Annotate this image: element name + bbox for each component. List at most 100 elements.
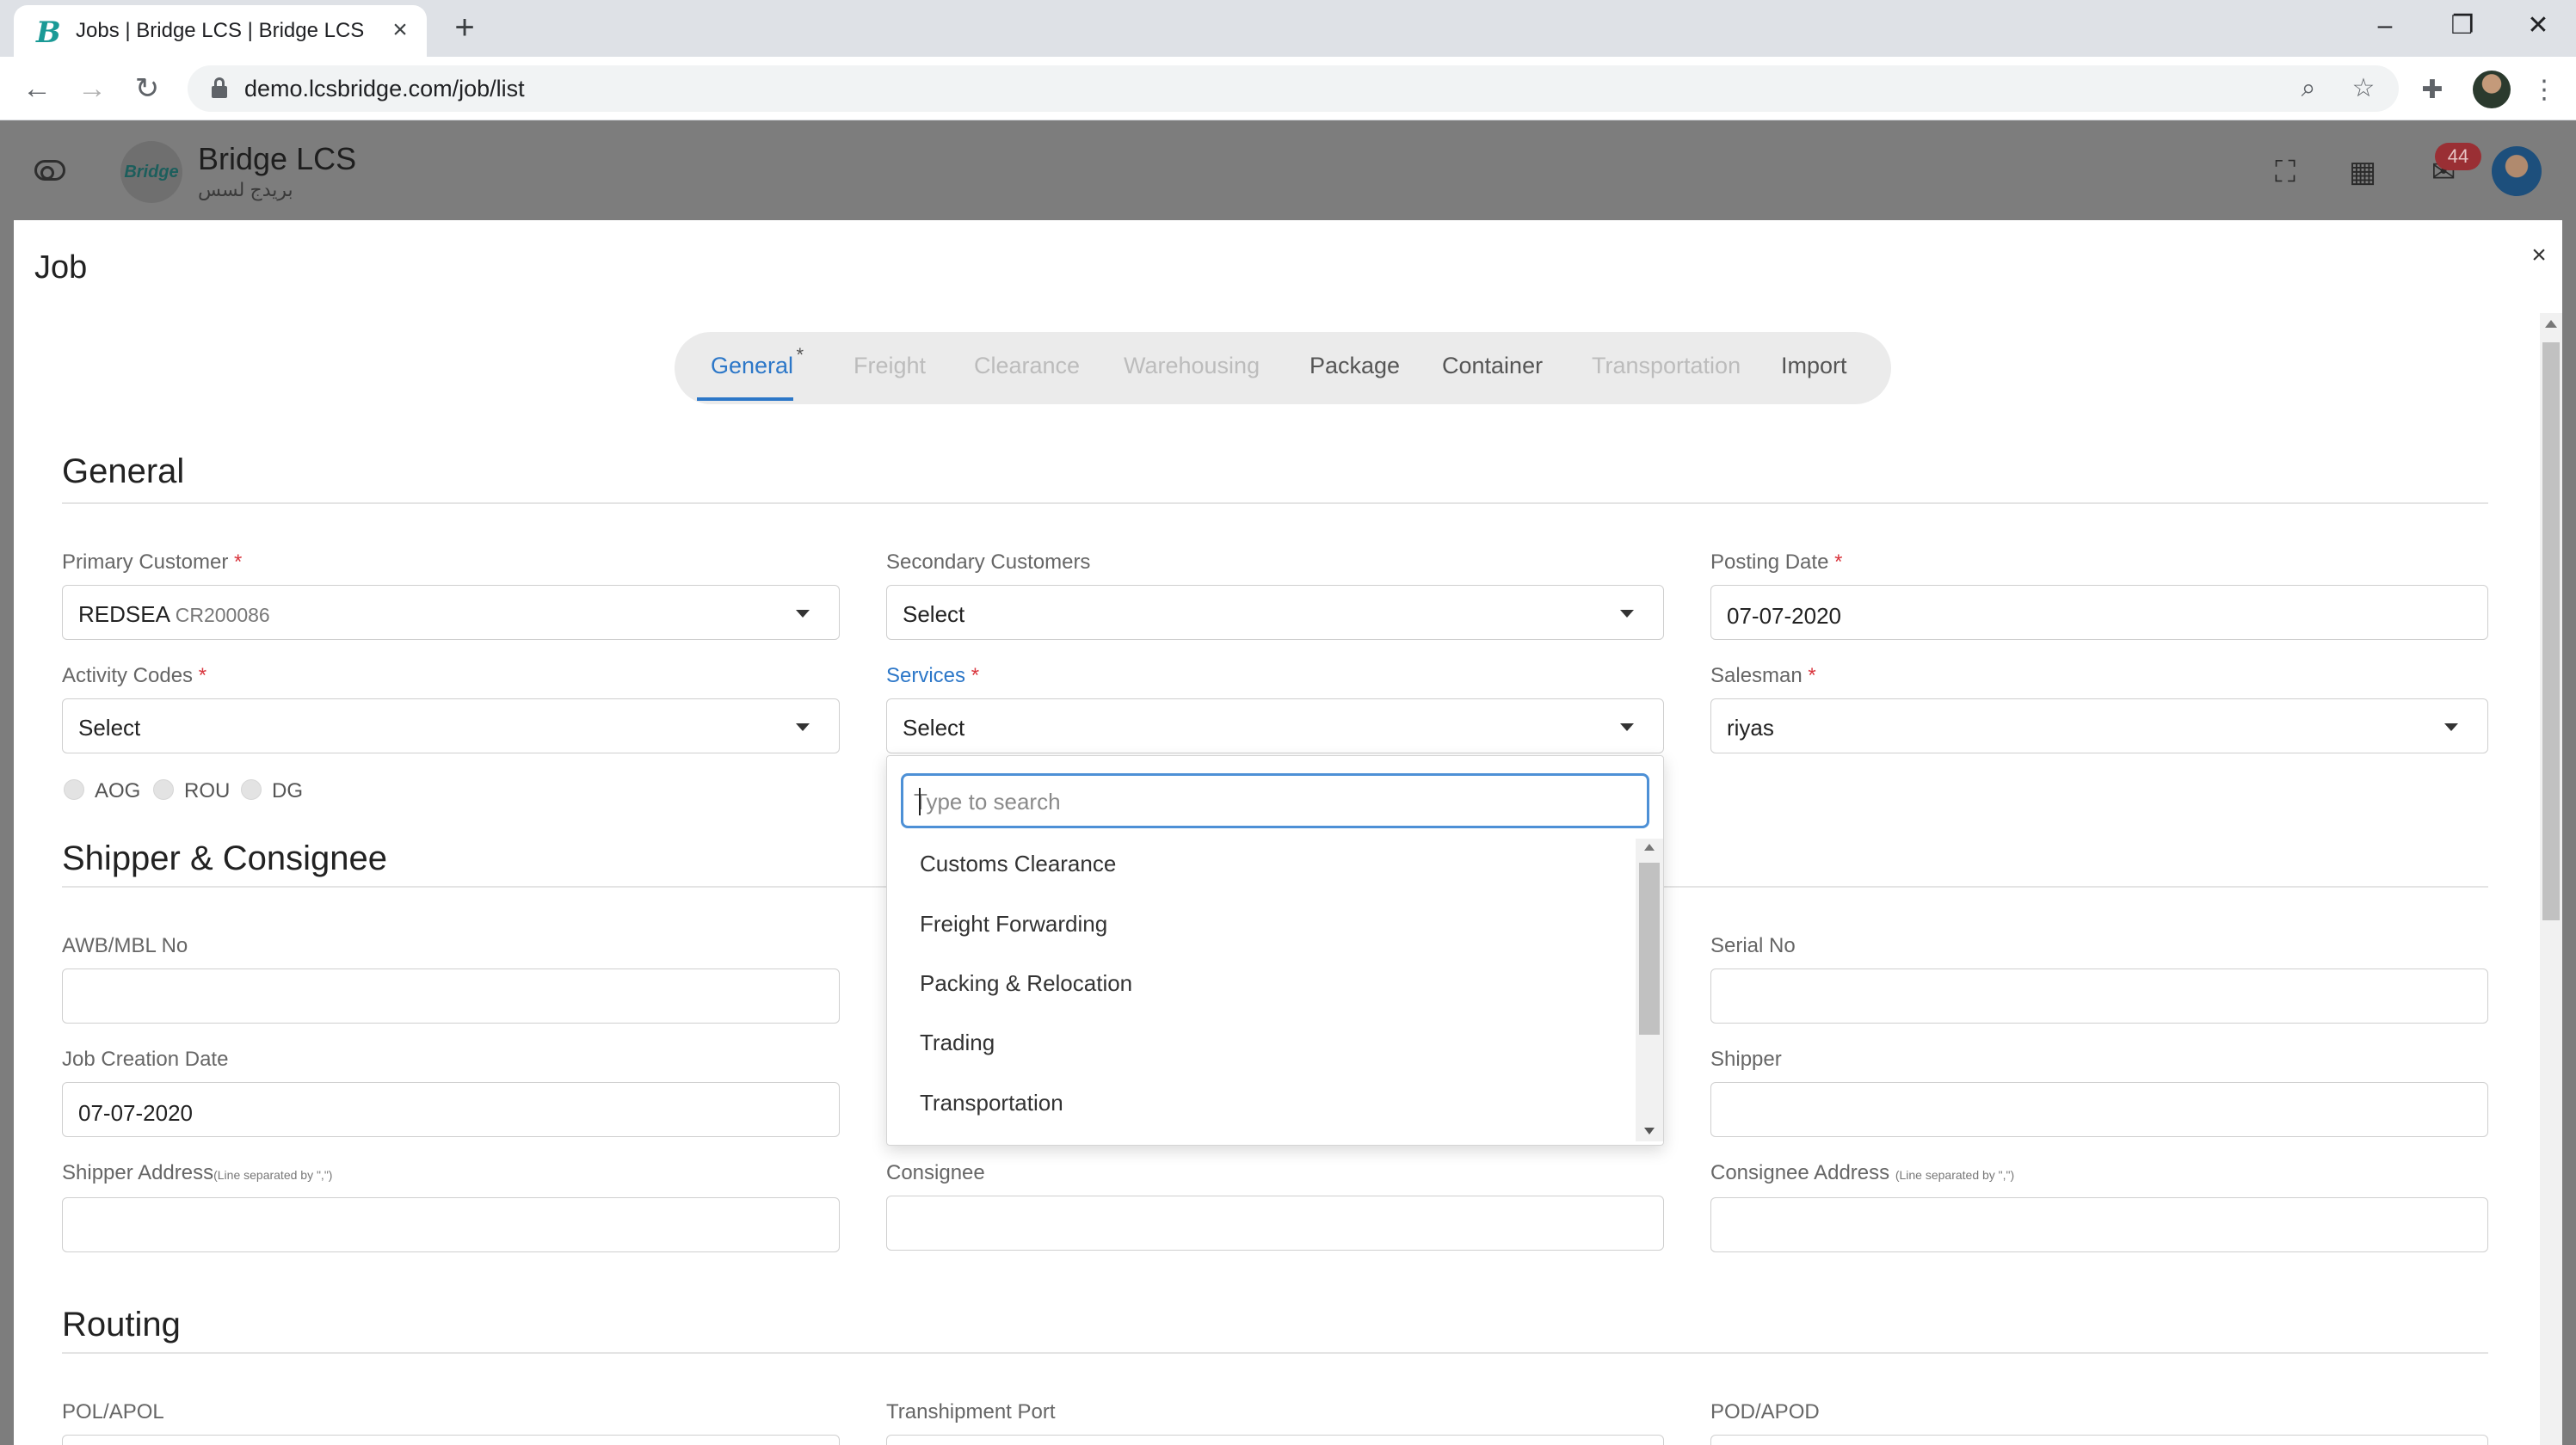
chevron-down-icon <box>2444 723 2458 731</box>
pol-input[interactable] <box>62 1435 840 1445</box>
back-icon[interactable]: ← <box>19 71 55 107</box>
notification-badge: 44 <box>2435 143 2481 170</box>
secondary-customers-select[interactable]: Select <box>886 585 1664 640</box>
scroll-up-icon[interactable] <box>1644 844 1655 851</box>
modal-title: Job <box>34 249 88 286</box>
posting-date-value: 07-07-2020 <box>1727 603 1841 629</box>
serial-no-label: Serial No <box>1710 934 1796 957</box>
awb-input[interactable] <box>62 968 840 1024</box>
transhipment-port-label: Transhipment Port <box>886 1400 1056 1423</box>
posting-date-input[interactable]: 07-07-2020 <box>1710 585 2488 640</box>
chrome-menu-icon[interactable]: ⋮ <box>2528 74 2561 107</box>
address-bar: ← → ↻ demo.lcsbridge.com/job/list ⌕ ☆ ✚ … <box>0 57 2576 120</box>
required-star: * <box>796 344 804 366</box>
section-title-shipper-consignee: Shipper & Consignee <box>62 839 388 877</box>
minimize-icon[interactable]: – <box>2359 7 2411 45</box>
transhipment-port-input[interactable] <box>886 1435 1664 1445</box>
zoom-icon[interactable]: ⌕ <box>2294 74 2323 103</box>
secondary-customers-value: Select <box>903 601 965 627</box>
tab-close-icon[interactable]: × <box>385 15 415 45</box>
dg-checkbox[interactable] <box>241 779 262 800</box>
shipper-address-label: Shipper Address(Line separated by ",") <box>62 1161 333 1184</box>
job-creation-date-input[interactable]: 07-07-2020 <box>62 1082 840 1137</box>
tab-warehousing[interactable]: Warehousing <box>1124 353 1260 379</box>
scroll-down-icon[interactable] <box>1644 1128 1655 1134</box>
dropdown-scrollbar[interactable] <box>1636 839 1663 1141</box>
fullscreen-icon[interactable]: ⛶ <box>2268 155 2302 189</box>
sidebar-toggle-icon[interactable] <box>34 160 65 181</box>
job-creation-date-value: 07-07-2020 <box>78 1100 193 1126</box>
brand-name: Bridge LCS <box>198 141 357 176</box>
shipper-address-input[interactable] <box>62 1197 840 1252</box>
text-cursor <box>919 788 921 815</box>
window-close-icon[interactable]: ✕ <box>2512 7 2564 45</box>
services-option[interactable]: Transportation <box>920 1090 1063 1116</box>
tab-import[interactable]: Import <box>1781 353 1847 379</box>
services-option[interactable]: Trading <box>920 1030 995 1056</box>
apps-grid-icon[interactable]: ▦ <box>2345 155 2380 189</box>
awb-label: AWB/MBL No <box>62 934 188 957</box>
salesman-value: riyas <box>1727 715 1774 741</box>
browser-tab[interactable]: B Jobs | Bridge LCS | Bridge LCS × <box>14 5 427 57</box>
profile-avatar[interactable] <box>2473 71 2511 108</box>
bridge-favicon-icon: B <box>36 15 61 50</box>
scroll-thumb[interactable] <box>1639 863 1660 1035</box>
pod-input[interactable] <box>1710 1435 2488 1445</box>
primary-customer-select[interactable]: REDSEA CR200086 <box>62 585 840 640</box>
modal-scrollbar[interactable] <box>2540 313 2562 1445</box>
brand-name-arabic: بريدج لسس <box>198 179 293 200</box>
new-tab-icon[interactable]: + <box>447 10 482 45</box>
tab-freight[interactable]: Freight <box>854 353 926 379</box>
lock-icon <box>212 77 227 98</box>
forward-icon[interactable]: → <box>74 71 110 107</box>
bookmark-star-icon[interactable]: ☆ <box>2349 74 2378 103</box>
rou-label: ROU <box>184 779 231 802</box>
user-avatar[interactable] <box>2492 146 2542 196</box>
services-value: Select <box>903 715 965 741</box>
job-creation-date-label: Job Creation Date <box>62 1048 229 1071</box>
services-option[interactable]: Customs Clearance <box>920 851 1116 877</box>
bridge-logo: Bridge <box>120 141 182 203</box>
active-tab-indicator <box>697 397 793 401</box>
services-option[interactable]: Packing & Relocation <box>920 970 1132 997</box>
tab-clearance[interactable]: Clearance <box>974 353 1080 379</box>
activity-codes-label: Activity Codes * <box>62 664 207 687</box>
extensions-icon[interactable]: ✚ <box>2416 74 2449 107</box>
services-option[interactable]: Freight Forwarding <box>920 911 1107 938</box>
posting-date-label: Posting Date * <box>1710 550 1843 574</box>
omnibox[interactable]: demo.lcsbridge.com/job/list ⌕ ☆ <box>188 65 2399 112</box>
services-search-box[interactable] <box>901 773 1649 828</box>
shipper-input[interactable] <box>1710 1082 2488 1137</box>
overlay-backdrop-right <box>2562 220 2576 1445</box>
chevron-down-icon <box>796 723 810 731</box>
restore-icon[interactable]: ❐ <box>2437 7 2488 45</box>
salesman-label: Salesman * <box>1710 664 1816 687</box>
serial-no-input[interactable] <box>1710 968 2488 1024</box>
primary-customer-code: CR200086 <box>175 604 270 626</box>
services-dropdown: Customs Clearance Freight Forwarding Pac… <box>886 755 1664 1146</box>
pod-label: POD/APOD <box>1710 1400 1820 1423</box>
section-divider <box>62 1352 2488 1354</box>
aog-label: AOG <box>95 779 141 802</box>
overlay-backdrop-left <box>0 220 14 1445</box>
app-header: Bridge Bridge LCS بريدج لسس ⛶ ▦ ✉ 44 <box>0 120 2576 220</box>
salesman-select[interactable]: riyas <box>1710 698 2488 753</box>
tab-container[interactable]: Container <box>1442 353 1543 379</box>
services-select[interactable]: Select <box>886 698 1664 753</box>
consignee-address-input[interactable] <box>1710 1197 2488 1252</box>
primary-customer-label: Primary Customer * <box>62 550 243 574</box>
chevron-down-icon <box>1620 610 1634 618</box>
consignee-input[interactable] <box>886 1196 1664 1251</box>
modal-close-icon[interactable]: × <box>2524 241 2554 270</box>
tab-transportation[interactable]: Transportation <box>1592 353 1741 379</box>
activity-codes-select[interactable]: Select <box>62 698 840 753</box>
aog-checkbox[interactable] <box>64 779 84 800</box>
services-search-input[interactable] <box>914 784 1636 819</box>
rou-checkbox[interactable] <box>153 779 174 800</box>
dg-label: DG <box>272 779 303 802</box>
tab-general[interactable]: General * <box>711 344 804 379</box>
tab-package[interactable]: Package <box>1310 353 1400 379</box>
services-label: Services * <box>886 664 980 687</box>
url-text: demo.lcsbridge.com/job/list <box>244 76 525 101</box>
reload-icon[interactable]: ↻ <box>129 71 165 107</box>
